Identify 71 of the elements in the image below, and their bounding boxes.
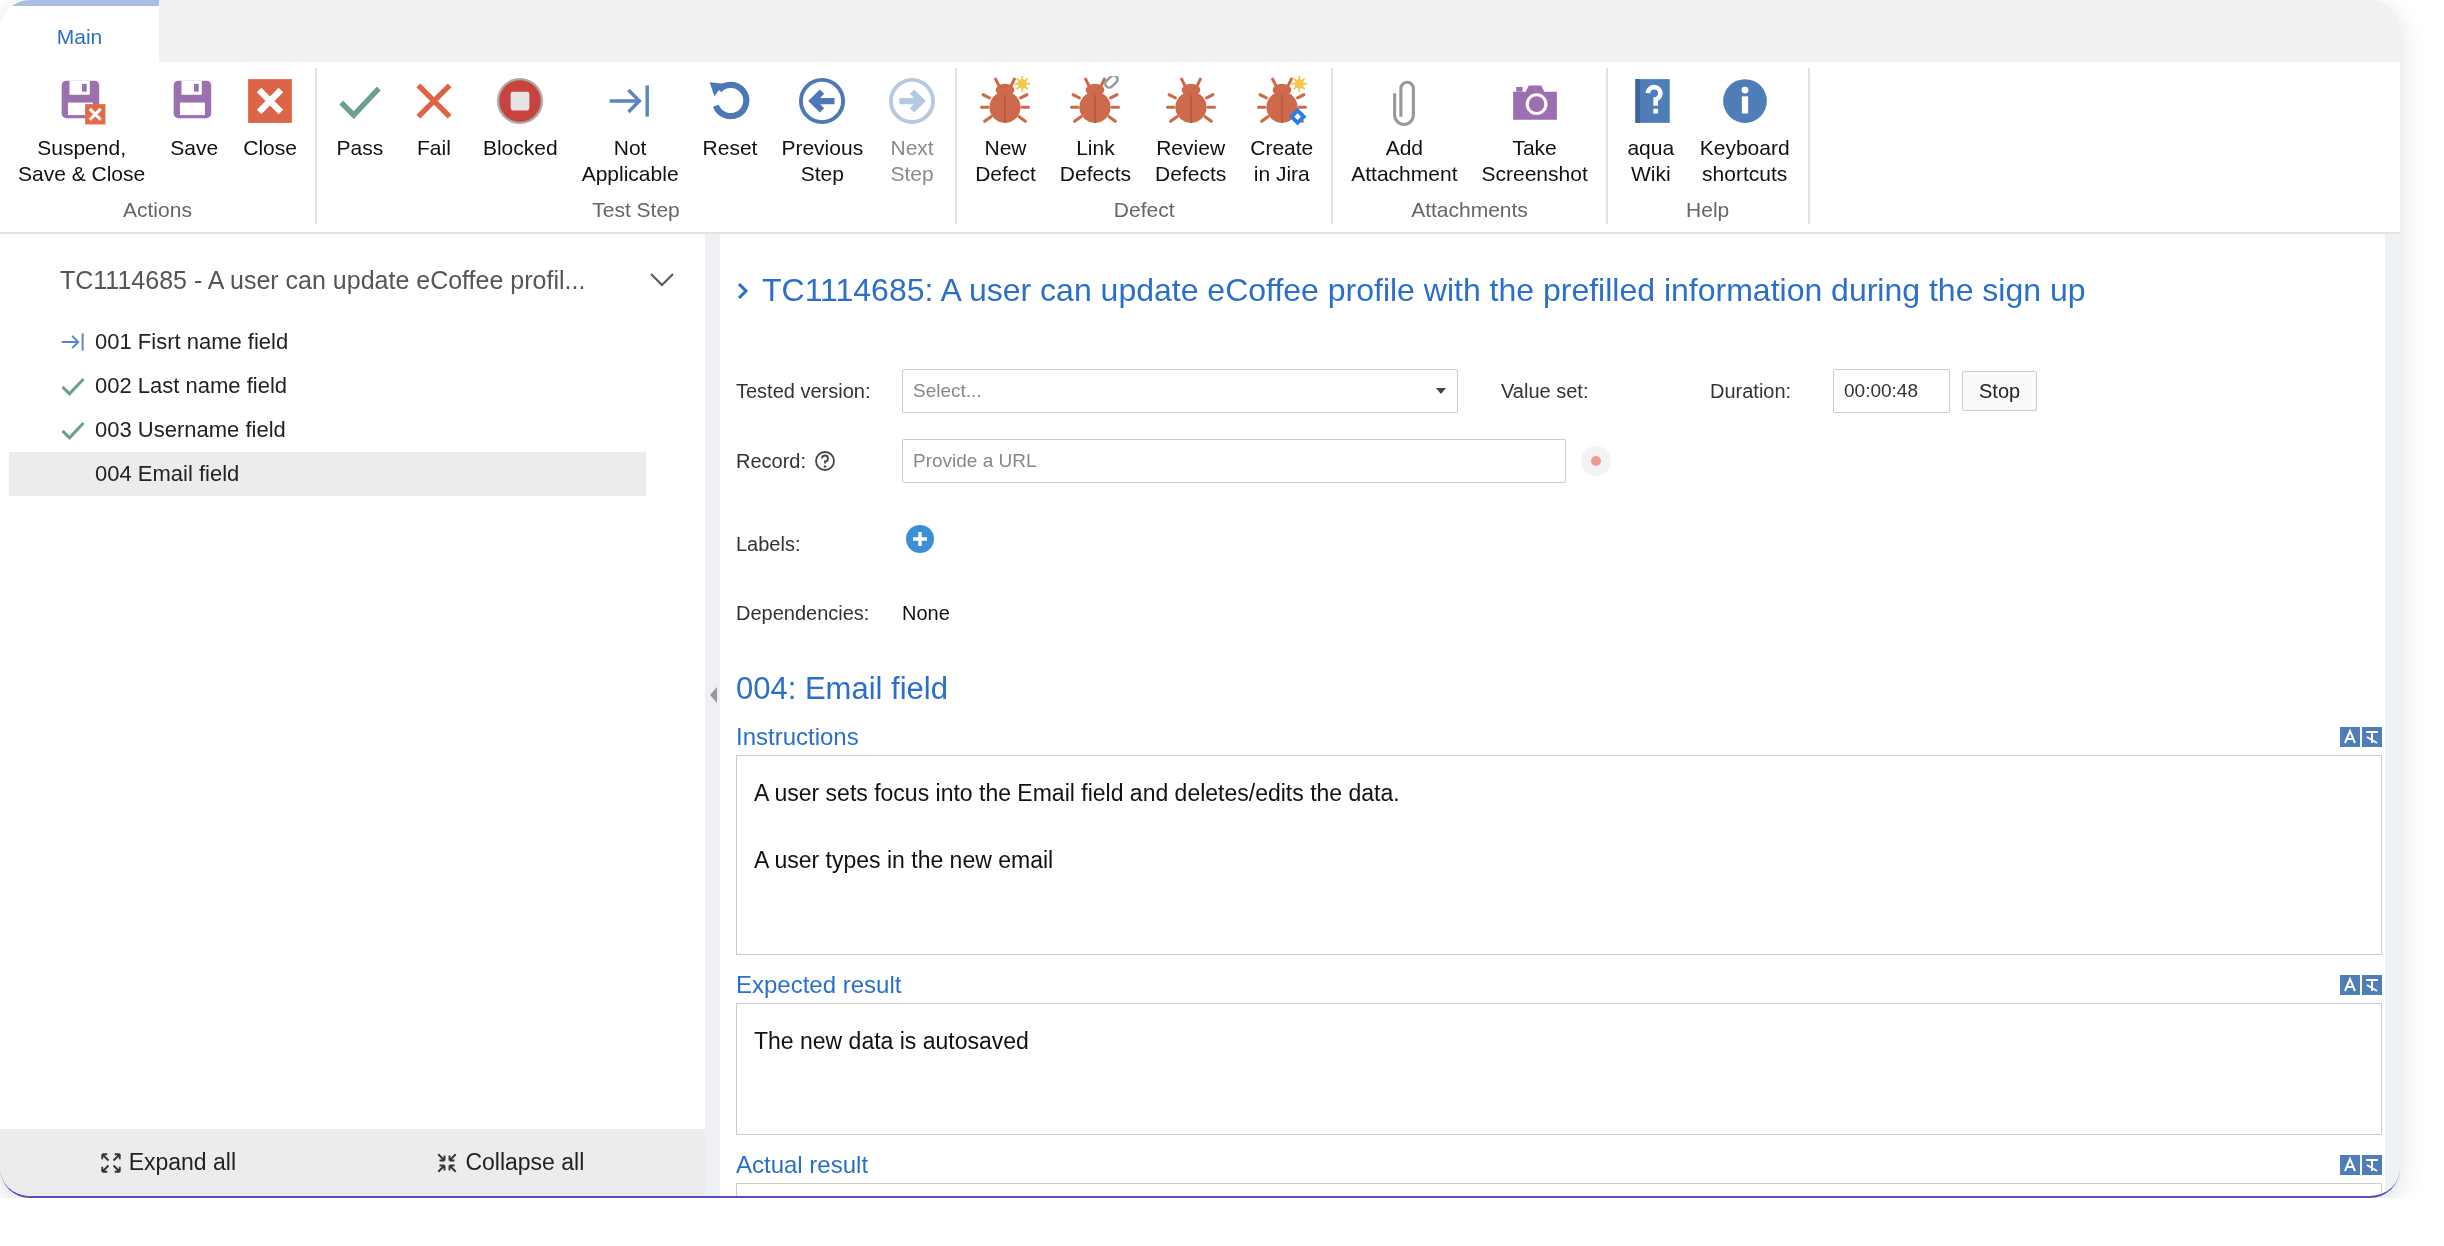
section-label: Instructions	[736, 723, 859, 751]
step-item[interactable]: 003 Username field	[9, 408, 646, 452]
section-label: Actual result	[736, 1151, 869, 1179]
not-applicable-button[interactable]: Not Applicable	[569, 76, 691, 187]
previous-button[interactable]: Previous Step	[769, 76, 876, 187]
new-defect-button[interactable]: New Defect	[963, 76, 1048, 187]
pass-button[interactable]: Pass	[322, 76, 397, 187]
link-defects-button[interactable]: Link Defects	[1047, 76, 1144, 187]
tab[interactable]: Main	[0, 0, 159, 62]
group-label: Help	[1686, 198, 1730, 223]
collapse-icon	[437, 1152, 458, 1173]
save-button[interactable]: Save	[157, 76, 232, 187]
paragraph: A user sets focus into the Email field and deletes/edits the data.	[754, 780, 1401, 807]
field-label: Labels:	[736, 533, 802, 556]
expand-all-button[interactable]: Expand all	[94, 1148, 243, 1177]
version-dropdown[interactable]: Select...	[902, 369, 1458, 413]
dependencies-value: None	[902, 602, 950, 625]
suspend-button[interactable]: Suspend, Save & Close	[6, 76, 158, 187]
paragraph: A user types in the new email	[754, 847, 1055, 874]
step-heading: 004: Email field	[736, 671, 949, 707]
wiki-button[interactable]: aqua Wiki	[1613, 76, 1688, 187]
group-label: Actions	[123, 198, 192, 223]
step-item[interactable]: 001 Fisrt name field	[9, 320, 646, 364]
group-label: Defect	[1113, 198, 1175, 223]
stop-button[interactable]: Stop	[1962, 371, 2038, 411]
chevron-right-icon[interactable]	[736, 280, 750, 301]
fail-button[interactable]: Fail	[396, 76, 471, 187]
step-item[interactable]: 004 Email field	[9, 452, 646, 496]
close-button[interactable]: Close	[231, 76, 309, 187]
expand-icon	[100, 1152, 121, 1173]
step-item[interactable]: 002 Last name field	[9, 364, 646, 408]
field-label: Dependencies:	[736, 602, 871, 625]
attachment-button[interactable]: Add Attachment	[1339, 76, 1470, 187]
group-label: Attachments	[1411, 198, 1528, 223]
bug-icon	[1070, 76, 1121, 126]
stop-icon	[495, 76, 546, 126]
group-label: Test Step	[592, 198, 680, 223]
format-icon[interactable]	[2340, 975, 2360, 995]
field-label: Tested version:	[736, 379, 872, 403]
clear-format-icon[interactable]	[2362, 975, 2382, 995]
record-button[interactable]	[1580, 445, 1612, 477]
field-label: Record:	[736, 449, 807, 473]
collapse-all-button[interactable]: Collapse all	[431, 1148, 591, 1177]
text-area[interactable]: The new data is autosaved	[736, 1003, 2382, 1135]
test-case-title: TC1114685 - A user can update eCoffee profil...	[60, 265, 587, 295]
format-icon[interactable]	[2340, 1155, 2360, 1175]
collapse-handle[interactable]	[707, 685, 718, 705]
bug-icon	[1256, 76, 1307, 126]
info-button[interactable]: Keyboard shortcuts	[1687, 76, 1802, 187]
screenshot-button[interactable]: Take Screenshot	[1469, 76, 1600, 187]
reset-button[interactable]: Reset	[690, 76, 770, 187]
caret-icon	[1435, 387, 1447, 395]
field-label: Value set:	[1501, 379, 1590, 403]
bug-icon	[1165, 76, 1216, 126]
clear-format-icon[interactable]	[2362, 1155, 2382, 1175]
test-case-heading: TC1114685: A user can update eCoffee profile with the prefilled information during the sign up	[762, 272, 2086, 309]
review-defects-button[interactable]: Review Defects	[1143, 76, 1239, 187]
clear-format-icon[interactable]	[2362, 727, 2382, 747]
create-jira-button[interactable]: Create in Jira	[1238, 76, 1326, 187]
add-icon[interactable]	[905, 523, 935, 554]
section-label: Expected result	[736, 971, 902, 999]
chevron-down-icon[interactable]	[649, 272, 675, 288]
duration-field[interactable]: 00:00:48	[1833, 369, 1950, 413]
blocked-button[interactable]: Blocked	[470, 76, 570, 187]
field-label: Duration:	[1710, 379, 1793, 403]
help-icon[interactable]	[814, 450, 837, 472]
url-field[interactable]: Provide a URL	[902, 439, 1566, 483]
paragraph: The new data is autosaved	[754, 1028, 1030, 1055]
format-icon[interactable]	[2340, 727, 2360, 747]
text-area[interactable]: A user sets focus into the Email field and deletes/edits the data. A user types in the new email	[736, 755, 2382, 955]
bug-icon	[980, 76, 1031, 126]
